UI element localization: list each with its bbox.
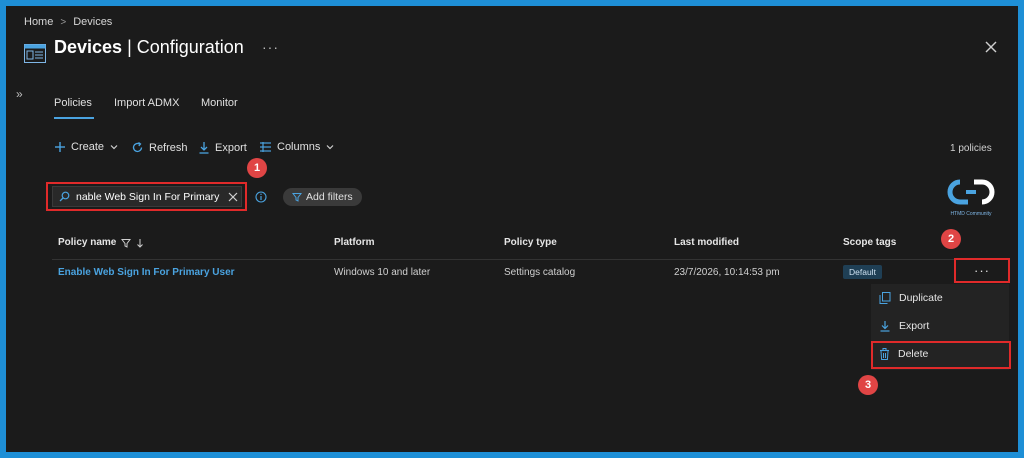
highlight-more: [954, 258, 1010, 283]
columns-button[interactable]: Columns: [259, 141, 335, 153]
page-title: Devices | Configuration: [54, 37, 244, 57]
add-filters-label: Add filters: [306, 191, 353, 203]
refresh-button[interactable]: Refresh: [131, 141, 188, 154]
logo-text: HTMD Community: [950, 211, 992, 217]
scope-tag-badge: Default: [843, 265, 882, 279]
breadcrumb-home[interactable]: Home: [24, 16, 53, 28]
columns-label: Columns: [277, 141, 321, 153]
annotation-badge-2: 2: [941, 229, 961, 249]
breadcrumb-devices[interactable]: Devices: [73, 16, 112, 28]
tab-import-admx[interactable]: Import ADMX: [114, 97, 179, 109]
chevron-down-icon: [110, 145, 118, 150]
breadcrumb: Home > Devices: [24, 16, 112, 28]
annotation-badge-1: 1: [247, 158, 267, 178]
header-policy-name[interactable]: Policy name: [58, 237, 144, 248]
duplicate-label: Duplicate: [899, 292, 943, 304]
header-platform[interactable]: Platform: [334, 237, 375, 248]
add-filters-button[interactable]: Add filters: [283, 188, 362, 206]
cell-policy-type: Settings catalog: [504, 267, 576, 278]
table-divider: [52, 259, 1004, 260]
filter-icon: [292, 193, 302, 202]
columns-icon: [260, 142, 271, 152]
export-menu-label: Export: [899, 320, 930, 332]
policies-count: 1 policies: [950, 143, 992, 154]
download-icon: [880, 321, 890, 332]
menu-item-duplicate[interactable]: Duplicate: [871, 286, 1009, 310]
filter-icon[interactable]: [121, 238, 132, 248]
menu-item-export[interactable]: Export: [871, 314, 1009, 338]
close-icon[interactable]: [984, 40, 998, 54]
expand-sidebar-icon[interactable]: »: [16, 87, 23, 101]
create-button[interactable]: Create: [54, 141, 119, 153]
breadcrumb-separator: >: [60, 16, 67, 28]
tab-monitor[interactable]: Monitor: [201, 97, 238, 109]
chevron-down-icon: [326, 145, 334, 150]
htmd-logo: HTMD Community: [947, 179, 995, 217]
create-label: Create: [71, 141, 105, 153]
duplicate-icon: [879, 292, 891, 304]
policy-name-link[interactable]: Enable Web Sign In For Primary User: [58, 267, 235, 278]
export-label: Export: [215, 141, 247, 154]
tab-policies[interactable]: Policies: [54, 97, 92, 109]
header-last-modified[interactable]: Last modified: [674, 237, 739, 248]
highlight-delete: [871, 341, 1011, 369]
plus-icon: [55, 142, 65, 152]
info-icon[interactable]: [255, 191, 267, 203]
title-more-icon[interactable]: ···: [262, 39, 279, 55]
annotation-badge-3: 3: [858, 375, 878, 395]
highlight-search: [46, 182, 247, 211]
refresh-label: Refresh: [149, 141, 188, 154]
cell-last-modified: 23/7/2026, 10:14:53 pm: [674, 267, 780, 278]
download-icon: [199, 142, 209, 154]
header-scope-tags[interactable]: Scope tags: [843, 237, 896, 248]
header-policy-type[interactable]: Policy type: [504, 237, 557, 248]
cell-platform: Windows 10 and later: [334, 267, 431, 278]
refresh-icon: [132, 141, 143, 153]
tab-selected-indicator: [54, 117, 94, 119]
device-config-icon: [24, 44, 46, 63]
export-button[interactable]: Export: [198, 141, 247, 154]
sort-down-icon[interactable]: [136, 238, 144, 248]
